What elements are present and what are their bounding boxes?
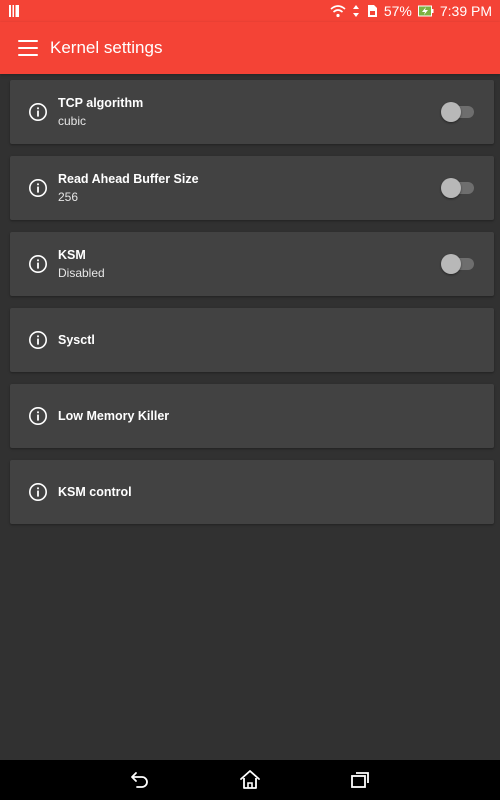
setting-low-memory-killer[interactable]: Low Memory Killer: [10, 384, 494, 448]
setting-title: KSM control: [58, 485, 132, 499]
wifi-icon: [330, 5, 346, 18]
setting-title: KSM: [58, 248, 86, 262]
back-icon: [131, 772, 148, 788]
clock: 7:39 PM: [439, 3, 492, 19]
setting-tcp-algorithm[interactable]: TCP algorithm cubic: [10, 80, 494, 144]
setting-title: Sysctl: [58, 333, 95, 347]
ksm-toggle[interactable]: [441, 254, 476, 274]
setting-sysctl[interactable]: Sysctl: [10, 308, 494, 372]
hamburger-menu-icon[interactable]: [18, 40, 38, 56]
info-icon[interactable]: [28, 178, 48, 198]
info-icon[interactable]: [28, 482, 48, 502]
navigation-bar: [0, 760, 500, 800]
info-icon[interactable]: [28, 102, 48, 122]
back-button[interactable]: [128, 768, 152, 792]
setting-ksm-control[interactable]: KSM control: [10, 460, 494, 524]
home-button[interactable]: [238, 768, 262, 792]
app-bar: Kernel settings: [0, 22, 500, 74]
info-icon[interactable]: [28, 254, 48, 274]
info-icon[interactable]: [28, 406, 48, 426]
setting-ksm[interactable]: KSM Disabled: [10, 232, 494, 296]
battery-charging-icon: [417, 5, 434, 17]
status-bar: 57% 7:39 PM: [0, 0, 500, 22]
notification-icon: [9, 5, 19, 17]
page-title: Kernel settings: [50, 38, 163, 57]
data-arrows-icon: [352, 5, 359, 17]
setting-title: Read Ahead Buffer Size: [58, 172, 199, 186]
recents-button[interactable]: [348, 768, 372, 792]
setting-title: TCP algorithm: [58, 96, 144, 110]
info-icon[interactable]: [28, 330, 48, 350]
sd-card-icon: [367, 5, 377, 17]
toggle-thumb: [441, 102, 461, 122]
toggle-thumb: [441, 178, 461, 198]
home-icon: [240, 770, 260, 789]
toggle-thumb: [441, 254, 461, 274]
recents-icon: [351, 772, 369, 788]
setting-value: 256: [58, 190, 79, 204]
setting-value: Disabled: [58, 266, 105, 280]
setting-read-ahead-buffer-size[interactable]: Read Ahead Buffer Size 256: [10, 156, 494, 220]
setting-title: Low Memory Killer: [58, 409, 170, 423]
status-left: [8, 4, 20, 18]
read-ahead-toggle[interactable]: [441, 178, 476, 198]
setting-value: cubic: [58, 114, 87, 128]
tcp-algorithm-toggle[interactable]: [441, 102, 476, 122]
settings-list: TCP algorithm cubic Read Ahead Buffer Si…: [0, 74, 500, 760]
battery-percent: 57%: [383, 3, 412, 19]
status-right: 57% 7:39 PM: [330, 4, 492, 18]
